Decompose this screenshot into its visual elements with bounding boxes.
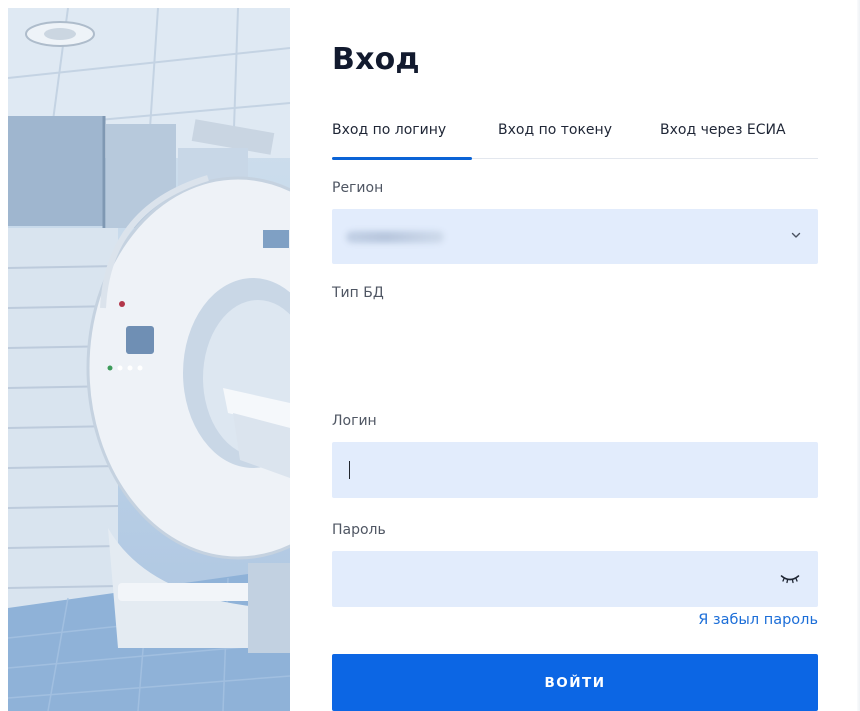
tab-esia[interactable]: Вход через ЕСИА (660, 122, 786, 138)
region-label: Регион (332, 180, 384, 196)
login-page: Вход Вход по логину Вход по токену Вход … (0, 0, 860, 711)
page-title: Вход (332, 42, 420, 77)
eye-closed-icon[interactable] (780, 571, 800, 585)
forgot-password-link[interactable]: Я забыл пароль (698, 612, 818, 628)
tab-token[interactable]: Вход по токену (498, 122, 612, 138)
password-label: Пароль (332, 522, 386, 538)
chevron-down-icon (791, 232, 801, 238)
mri-scanner-photo (8, 8, 290, 711)
login-tabs: Вход по логину Вход по токену Вход через… (332, 114, 818, 160)
text-cursor (349, 461, 350, 479)
region-value-obscured (346, 231, 444, 243)
login-input[interactable] (332, 442, 818, 498)
login-button[interactable]: ВОЙТИ (332, 654, 818, 711)
db-type-label: Тип БД (332, 285, 384, 301)
active-tab-indicator (332, 157, 472, 160)
password-input[interactable] (332, 551, 818, 607)
region-select[interactable] (332, 209, 818, 264)
login-form: Вход Вход по логину Вход по токену Вход … (332, 0, 818, 711)
tab-login[interactable]: Вход по логину (332, 122, 446, 138)
login-label: Логин (332, 413, 377, 429)
